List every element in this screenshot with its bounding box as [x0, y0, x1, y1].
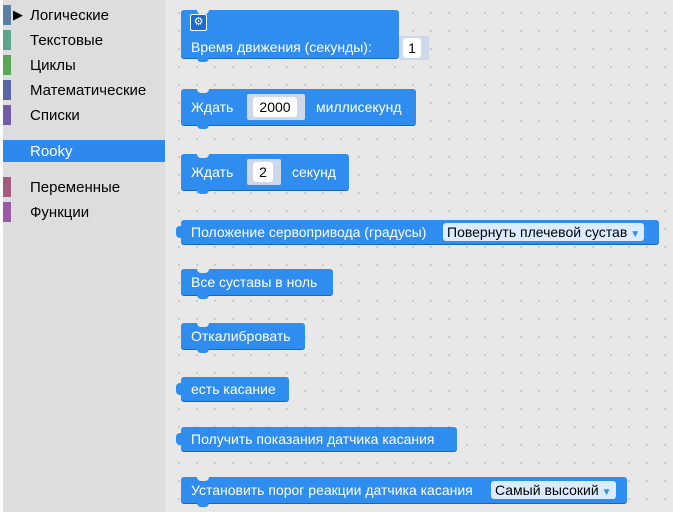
block-notch [197, 294, 209, 299]
block-label: Все суставы в ноль [191, 274, 318, 290]
category-color-swatch [3, 141, 11, 161]
category-color-swatch [3, 177, 11, 197]
category-label: Rooky [30, 143, 73, 160]
block-notch [197, 88, 209, 93]
category-loops[interactable]: Циклы [3, 53, 165, 77]
touch-threshold-block[interactable]: Установить порог реакции датчика касания… [181, 476, 627, 507]
category-text[interactable]: Текстовые [3, 28, 165, 52]
wait-milliseconds-block[interactable]: Ждать 2000 миллисекунд [181, 88, 416, 129]
category-label: Текстовые [30, 32, 104, 49]
block-label: Установить порог реакции датчика касания [191, 482, 473, 498]
block-suffix: секунд [292, 164, 336, 180]
block-notch [197, 348, 209, 353]
block-notch [197, 476, 209, 481]
threshold-dropdown[interactable]: Самый высокий ▼ [491, 481, 616, 499]
output-tab [176, 383, 182, 395]
category-color-swatch [3, 30, 11, 50]
category-color-swatch [3, 105, 11, 125]
output-tab [176, 433, 182, 445]
seconds-value-field[interactable]: 2 [253, 162, 273, 182]
block-label: есть касание [191, 381, 276, 397]
seconds-value-field[interactable]: 1 [403, 38, 421, 58]
block-workspace[interactable]: ⚙ Время движения (секунды): 1 Ждать 2000… [165, 0, 673, 512]
movement-time-block[interactable]: ⚙ Время движения (секунды): 1 [181, 9, 429, 62]
joint-dropdown[interactable]: Повернуть плечевой сустав ▼ [443, 223, 645, 241]
category-lists[interactable]: Списки [3, 103, 165, 127]
touch-detected-block[interactable]: есть касание [176, 377, 289, 401]
dropdown-value: Самый высокий [495, 482, 599, 498]
milliseconds-value-field[interactable]: 2000 [253, 97, 297, 117]
category-functions[interactable]: Функции [3, 200, 165, 224]
block-notch [197, 502, 209, 507]
block-suffix: миллисекунд [316, 99, 402, 115]
block-notch [197, 322, 209, 327]
expand-arrow-icon[interactable]: ▶ [13, 3, 23, 27]
category-rooky[interactable]: Rooky [3, 140, 165, 162]
category-label: Циклы [30, 57, 76, 74]
dropdown-caret-icon: ▼ [630, 229, 641, 240]
block-label: Откалибровать [191, 328, 291, 344]
touch-sensor-reading-block[interactable]: Получить показания датчика касания [176, 427, 457, 451]
category-color-swatch [3, 202, 11, 222]
category-label: Функции [30, 204, 90, 221]
block-label: Получить показания датчика касания [191, 431, 435, 447]
block-label: Ждать [191, 99, 234, 115]
servo-position-block[interactable]: Положение сервопривода (градусы) Поверну… [176, 220, 659, 244]
block-label: Время движения (секунды): [191, 39, 372, 55]
block-notch [197, 153, 209, 158]
category-variables[interactable]: Переменные [3, 175, 165, 199]
category-color-swatch [3, 80, 11, 100]
category-label: Логические [30, 7, 109, 24]
category-color-swatch [3, 5, 11, 25]
block-notch [197, 268, 209, 273]
category-label: Списки [30, 107, 80, 124]
calibrate-block[interactable]: Откалибровать [181, 322, 305, 353]
toolbox: ▶ Логические Текстовые Циклы Математичес… [3, 0, 165, 512]
block-notch [197, 189, 209, 194]
category-label: Математические [30, 82, 147, 99]
category-math[interactable]: Математические [3, 78, 165, 102]
category-color-swatch [3, 55, 11, 75]
dropdown-value: Повернуть плечевой сустав [447, 224, 628, 240]
wait-seconds-block[interactable]: Ждать 2 секунд [181, 153, 349, 194]
block-label: Ждать [191, 164, 234, 180]
separator [3, 131, 165, 132]
all-joints-zero-block[interactable]: Все суставы в ноль [181, 268, 333, 299]
block-notch [197, 124, 209, 129]
gear-icon[interactable]: ⚙ [190, 14, 207, 31]
category-label: Переменные [30, 179, 121, 196]
dropdown-caret-icon: ▼ [601, 487, 612, 498]
block-notch [197, 57, 209, 62]
category-logic[interactable]: ▶ Логические [3, 3, 165, 27]
block-label: Положение сервопривода (градусы) [191, 224, 427, 240]
output-tab [176, 226, 182, 238]
